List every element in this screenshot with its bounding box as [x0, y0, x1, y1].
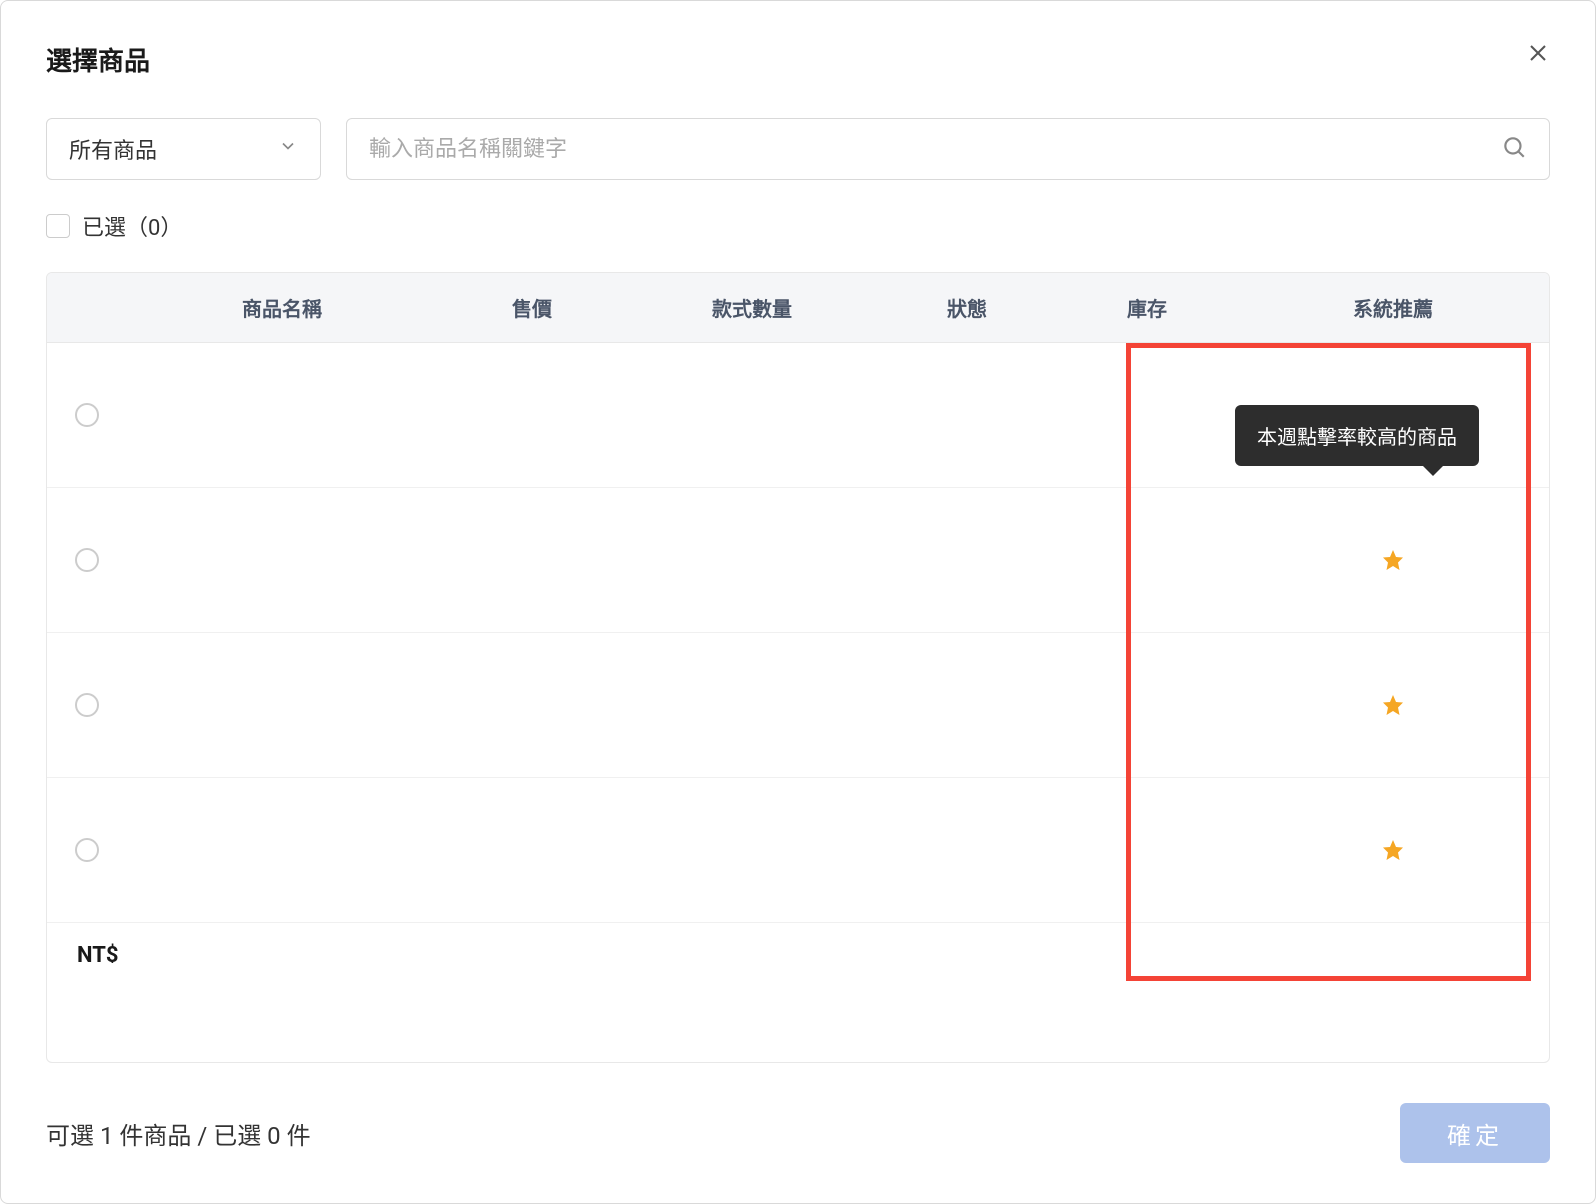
- star-icon: [1237, 693, 1549, 717]
- search-input[interactable]: [369, 136, 1501, 162]
- row-radio[interactable]: [75, 693, 99, 717]
- th-stock: 庫存: [1057, 293, 1237, 322]
- category-select[interactable]: 所有商品: [46, 118, 321, 180]
- row-radio[interactable]: [75, 548, 99, 572]
- table-row: [47, 633, 1549, 778]
- filter-row: 所有商品: [46, 118, 1550, 180]
- th-name: 商品名稱: [127, 293, 437, 322]
- close-button[interactable]: [1526, 41, 1550, 65]
- row-radio[interactable]: [75, 403, 99, 427]
- star-icon: [1237, 838, 1549, 862]
- selected-checkbox[interactable]: [46, 214, 70, 238]
- modal-title: 選擇商品: [46, 41, 150, 78]
- recommend-tooltip: 本週點擊率較高的商品: [1235, 405, 1479, 466]
- table-body: 本週點擊率較高的商品: [47, 343, 1549, 963]
- selection-status: 可選 1 件商品 / 已選 0 件: [46, 1116, 311, 1151]
- th-qty: 款式數量: [627, 293, 877, 322]
- table-row: [47, 488, 1549, 633]
- modal-footer: 可選 1 件商品 / 已選 0 件 確定: [46, 1063, 1550, 1163]
- table-row: [47, 778, 1549, 923]
- selected-count-label: 已選（0）: [82, 210, 182, 242]
- modal-header: 選擇商品: [46, 41, 1550, 78]
- selected-filter: 已選（0）: [46, 210, 1550, 242]
- search-input-wrap: [346, 118, 1550, 180]
- star-icon: [1237, 548, 1549, 572]
- chevron-down-icon: [278, 136, 298, 162]
- th-check: [47, 293, 127, 322]
- product-table: 商品名稱 售價 款式數量 狀態 庫存 系統推薦 本週點擊率較高的商品: [46, 272, 1550, 1063]
- table-row-partial: NT$: [47, 923, 1549, 963]
- close-icon: [1526, 41, 1550, 65]
- confirm-button[interactable]: 確定: [1400, 1103, 1550, 1163]
- category-selected-label: 所有商品: [69, 133, 157, 165]
- table-header: 商品名稱 售價 款式數量 狀態 庫存 系統推薦: [47, 273, 1549, 343]
- row-radio[interactable]: [75, 838, 99, 862]
- th-recommend: 系統推薦: [1237, 293, 1549, 322]
- partial-price-prefix: NT$: [77, 943, 118, 963]
- select-product-modal: 選擇商品 所有商品 已選（0） 商品名稱 售價 款式數量 狀態: [0, 0, 1596, 1204]
- search-icon[interactable]: [1501, 134, 1527, 164]
- th-status: 狀態: [877, 293, 1057, 322]
- th-price: 售價: [437, 293, 627, 322]
